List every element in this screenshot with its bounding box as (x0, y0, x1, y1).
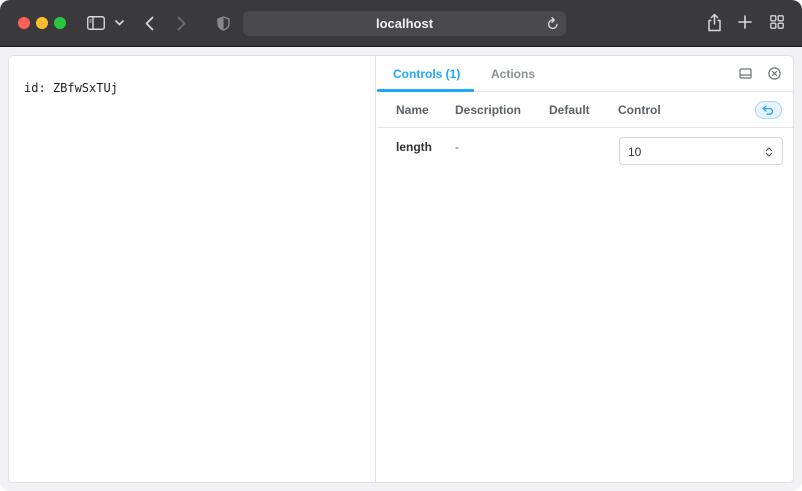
browser-toolbar: localhost (0, 0, 802, 47)
plus-icon[interactable] (737, 14, 753, 30)
reset-controls-button[interactable] (755, 101, 782, 119)
close-panel-icon[interactable] (768, 67, 781, 85)
close-window-button[interactable] (18, 17, 30, 29)
length-number-input[interactable]: 10 (619, 137, 783, 165)
addons-panel: Controls (1) Actions Name Description De… (377, 56, 793, 482)
shield-icon[interactable] (215, 14, 231, 32)
arg-description: - (455, 140, 459, 154)
panel-position-icon[interactable] (739, 67, 752, 85)
column-name: Name (396, 103, 429, 117)
address-bar[interactable]: localhost (243, 11, 566, 36)
column-control: Control (618, 103, 661, 117)
tab-actions[interactable]: Actions (491, 67, 535, 81)
addons-tabbar: Controls (1) Actions (377, 56, 793, 92)
zoom-window-button[interactable] (54, 17, 66, 29)
back-arrow-icon[interactable] (142, 14, 156, 32)
tab-overview-icon[interactable] (769, 14, 785, 30)
controls-table-header: Name Description Default Control (377, 92, 793, 128)
story-preview: id: ZBfwSxTUj (9, 56, 376, 482)
column-description: Description (455, 103, 522, 117)
undo-icon (762, 105, 775, 115)
forward-arrow-icon[interactable] (174, 14, 188, 32)
arg-name: length (396, 140, 432, 154)
page-content: id: ZBfwSxTUj Controls (1) Actions Name … (9, 56, 793, 482)
preview-id-text: id: ZBfwSxTUj (24, 81, 118, 95)
minimize-window-button[interactable] (36, 17, 48, 29)
address-text: localhost (375, 16, 434, 31)
browser-window: localhost id: ZBfwSxTUj Controls (1) Act… (0, 0, 802, 491)
length-value: 10 (628, 145, 642, 159)
share-icon[interactable] (705, 12, 723, 32)
tab-controls[interactable]: Controls (1) (393, 67, 460, 81)
sidebar-icon[interactable] (86, 14, 106, 32)
table-row: length - 10 (377, 128, 793, 172)
column-default: Default (549, 103, 590, 117)
chevron-down-icon[interactable] (113, 17, 125, 29)
stepper-arrows-icon[interactable] (765, 145, 773, 163)
reload-icon[interactable] (546, 16, 560, 30)
